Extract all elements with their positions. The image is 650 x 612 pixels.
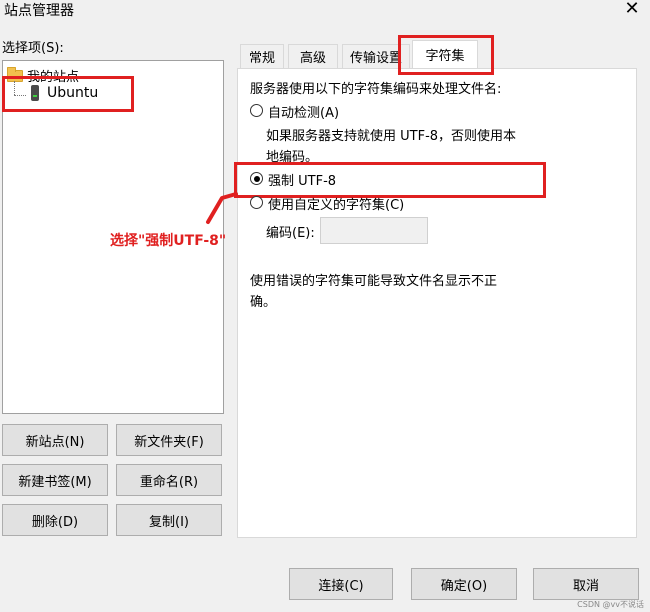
new-site-button[interactable]: 新站点(N) [2,424,108,456]
new-folder-button[interactable]: 新文件夹(F) [116,424,222,456]
close-icon[interactable]: ✕ [622,0,642,20]
custom-charset-label: 使用自定义的字符集(C) [268,198,405,213]
highlight-box-force-utf8 [234,162,546,198]
charset-warning-cont: 确。 [250,295,277,310]
annotation-arrow [206,192,238,224]
new-bookmark-button[interactable]: 新建书签(M) [2,464,108,496]
connect-button[interactable]: 连接(C) [289,568,393,600]
copy-button[interactable]: 复制(I) [116,504,222,536]
annotation-text: 选择"强制UTF-8" [110,233,227,249]
encoding-label: 编码(E): [266,226,315,241]
encoding-input[interactable] [320,217,428,244]
charset-warning: 使用错误的字符集可能导致文件名显示不正 [250,274,498,289]
select-label: 选择项(S): [2,41,64,56]
tab-advanced[interactable]: 高级 [288,44,338,68]
auto-detect-label: 自动检测(A) [268,106,340,121]
rename-button[interactable]: 重命名(R) [116,464,222,496]
window-title: 站点管理器 [4,3,74,19]
charset-intro: 服务器使用以下的字符集编码来处理文件名: [250,82,502,97]
cancel-button[interactable]: 取消 [533,568,639,600]
delete-button[interactable]: 删除(D) [2,504,108,536]
highlight-box-charset-tab [398,35,494,75]
radio-custom-charset[interactable] [250,196,263,209]
highlight-box-ubuntu [2,76,134,112]
tab-general[interactable]: 常规 [240,44,284,68]
auto-detect-description: 如果服务器支持就使用 UTF-8，否则使用本 [266,129,517,144]
radio-auto-detect[interactable] [250,104,263,117]
ok-button[interactable]: 确定(O) [411,568,517,600]
watermark: CSDN @vv不说话 [577,600,644,609]
